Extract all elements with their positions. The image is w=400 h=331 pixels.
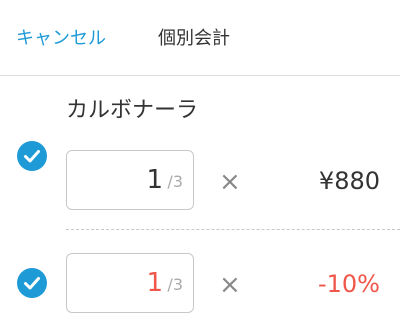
item-name: カルボナーラ — [66, 98, 199, 123]
price-value: ¥880 — [318, 167, 380, 195]
checkbox-checked-icon[interactable] — [17, 141, 47, 171]
quantity-total: /3 — [167, 275, 183, 294]
quantity-input[interactable]: 1 /3 — [66, 253, 194, 313]
checkbox-checked-icon[interactable] — [17, 268, 47, 298]
quantity-total: /3 — [167, 172, 183, 191]
row-separator — [66, 229, 400, 230]
header-divider — [0, 75, 400, 76]
header: キャンセル 個別会計 — [0, 0, 400, 76]
discount-value: -10% — [317, 270, 380, 298]
page-title: 個別会計 — [158, 28, 230, 49]
cancel-button[interactable]: キャンセル — [16, 26, 106, 52]
multiply-icon: × — [219, 270, 241, 300]
quantity-value: 1 — [146, 165, 163, 195]
quantity-input[interactable]: 1 /3 — [66, 150, 194, 210]
quantity-value: 1 — [146, 268, 163, 298]
multiply-icon: × — [219, 167, 241, 197]
